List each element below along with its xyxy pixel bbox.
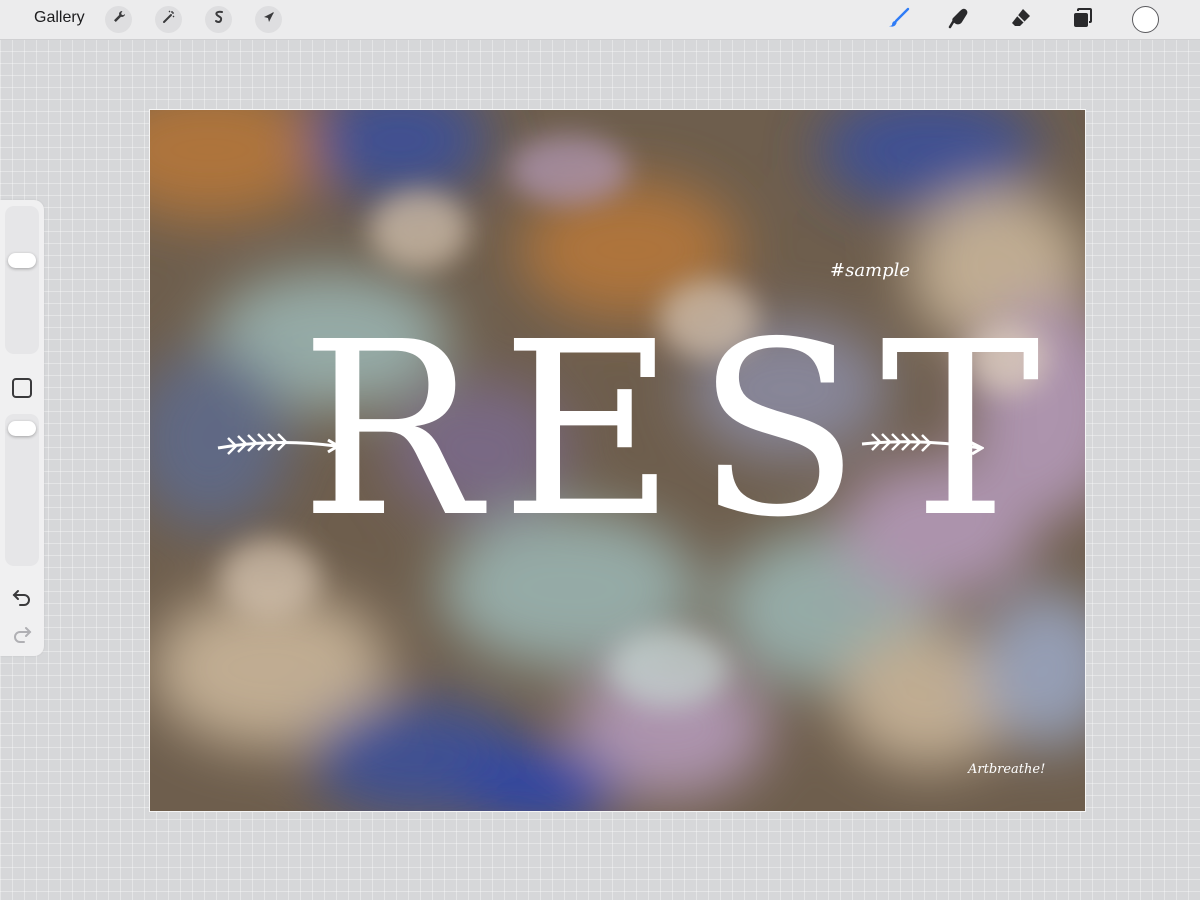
- brush-tool[interactable]: [885, 6, 913, 34]
- selection-icon: [211, 9, 227, 30]
- brush-size-slider[interactable]: [5, 206, 39, 354]
- brush-icon: [887, 6, 911, 35]
- brush-size-handle[interactable]: [8, 252, 36, 268]
- top-toolbar: Gallery: [0, 0, 1200, 40]
- color-picker-button[interactable]: [1132, 6, 1159, 33]
- artist-signature: Artbreathe!: [968, 762, 1046, 777]
- gallery-button[interactable]: Gallery: [34, 9, 85, 27]
- selection-button[interactable]: [205, 6, 232, 33]
- transform-button[interactable]: [255, 6, 282, 33]
- sample-tag: #sample: [830, 260, 911, 281]
- eraser-tool[interactable]: [1007, 6, 1035, 34]
- opacity-handle[interactable]: [8, 420, 36, 436]
- drawing-canvas[interactable]: REST #sample Artbreathe!: [149, 109, 1086, 812]
- cursor-arrow-icon: [261, 9, 277, 30]
- redo-icon[interactable]: [11, 624, 33, 644]
- smudge-tool[interactable]: [946, 6, 974, 34]
- left-sidebar: [0, 200, 44, 656]
- wrench-icon: [111, 9, 127, 30]
- adjustments-button[interactable]: [155, 6, 182, 33]
- layers-icon: [1071, 6, 1095, 35]
- eraser-icon: [1009, 6, 1033, 35]
- undo-icon[interactable]: [11, 587, 33, 607]
- artwork-title: REST: [300, 290, 1061, 570]
- layers-tool[interactable]: [1069, 6, 1097, 34]
- magic-wand-icon: [161, 9, 177, 30]
- smudge-finger-icon: [948, 6, 972, 35]
- modify-button[interactable]: [12, 378, 32, 398]
- actions-button[interactable]: [105, 6, 132, 33]
- opacity-slider[interactable]: [5, 414, 39, 566]
